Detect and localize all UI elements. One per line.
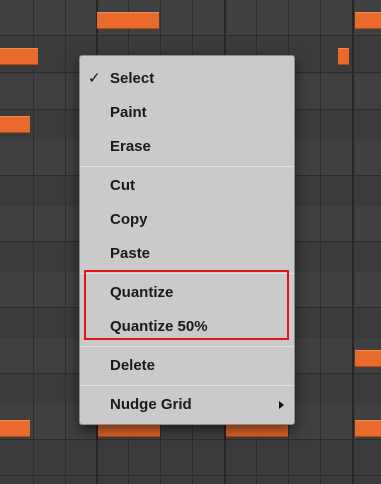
check-icon: ✓ bbox=[88, 70, 101, 87]
menu-item-label: Erase bbox=[110, 138, 151, 155]
grid-row bbox=[0, 440, 381, 476]
note-event[interactable] bbox=[0, 116, 30, 133]
grid-line bbox=[352, 0, 354, 484]
menu-item-cut[interactable]: Cut bbox=[80, 169, 294, 203]
menu-item-paste[interactable]: Paste bbox=[80, 237, 294, 271]
grid-row bbox=[0, 0, 381, 36]
menu-item-nudge-grid[interactable]: Nudge Grid bbox=[80, 388, 294, 422]
menu-item-quantize[interactable]: Quantize bbox=[80, 276, 294, 310]
menu-item-select[interactable]: ✓ Select bbox=[80, 62, 294, 96]
menu-item-label: Nudge Grid bbox=[110, 396, 192, 413]
grid-line bbox=[65, 0, 66, 484]
menu-item-label: Cut bbox=[110, 177, 135, 194]
menu-item-quantize-50[interactable]: Quantize 50% bbox=[80, 310, 294, 344]
note-event[interactable] bbox=[0, 420, 30, 437]
grid-line bbox=[320, 0, 321, 484]
menu-item-label: Select bbox=[110, 70, 155, 87]
menu-separator bbox=[80, 273, 294, 274]
note-event[interactable] bbox=[355, 12, 381, 29]
menu-item-label: Copy bbox=[110, 211, 148, 228]
menu-item-erase[interactable]: Erase bbox=[80, 130, 294, 164]
menu-item-copy[interactable]: Copy bbox=[80, 203, 294, 237]
menu-item-paint[interactable]: Paint bbox=[80, 96, 294, 130]
submenu-arrow-icon bbox=[279, 401, 284, 409]
menu-item-label: Quantize 50% bbox=[110, 318, 208, 335]
menu-item-label: Paint bbox=[110, 104, 147, 121]
menu-separator bbox=[80, 346, 294, 347]
note-event[interactable] bbox=[355, 350, 381, 367]
context-menu: ✓ Select Paint Erase Cut Copy Paste Quan… bbox=[79, 55, 295, 425]
menu-separator bbox=[80, 166, 294, 167]
menu-item-label: Paste bbox=[110, 245, 151, 262]
note-event[interactable] bbox=[355, 420, 381, 437]
note-event[interactable] bbox=[338, 48, 349, 65]
grid-line bbox=[33, 0, 34, 484]
menu-item-label: Quantize bbox=[110, 284, 174, 301]
pattern-editor-grid[interactable]: ✓ Select Paint Erase Cut Copy Paste Quan… bbox=[0, 0, 381, 484]
note-event[interactable] bbox=[0, 48, 38, 65]
menu-item-delete[interactable]: Delete bbox=[80, 349, 294, 383]
note-event[interactable] bbox=[97, 12, 159, 29]
menu-item-label: Delete bbox=[110, 357, 156, 374]
menu-separator bbox=[80, 385, 294, 386]
